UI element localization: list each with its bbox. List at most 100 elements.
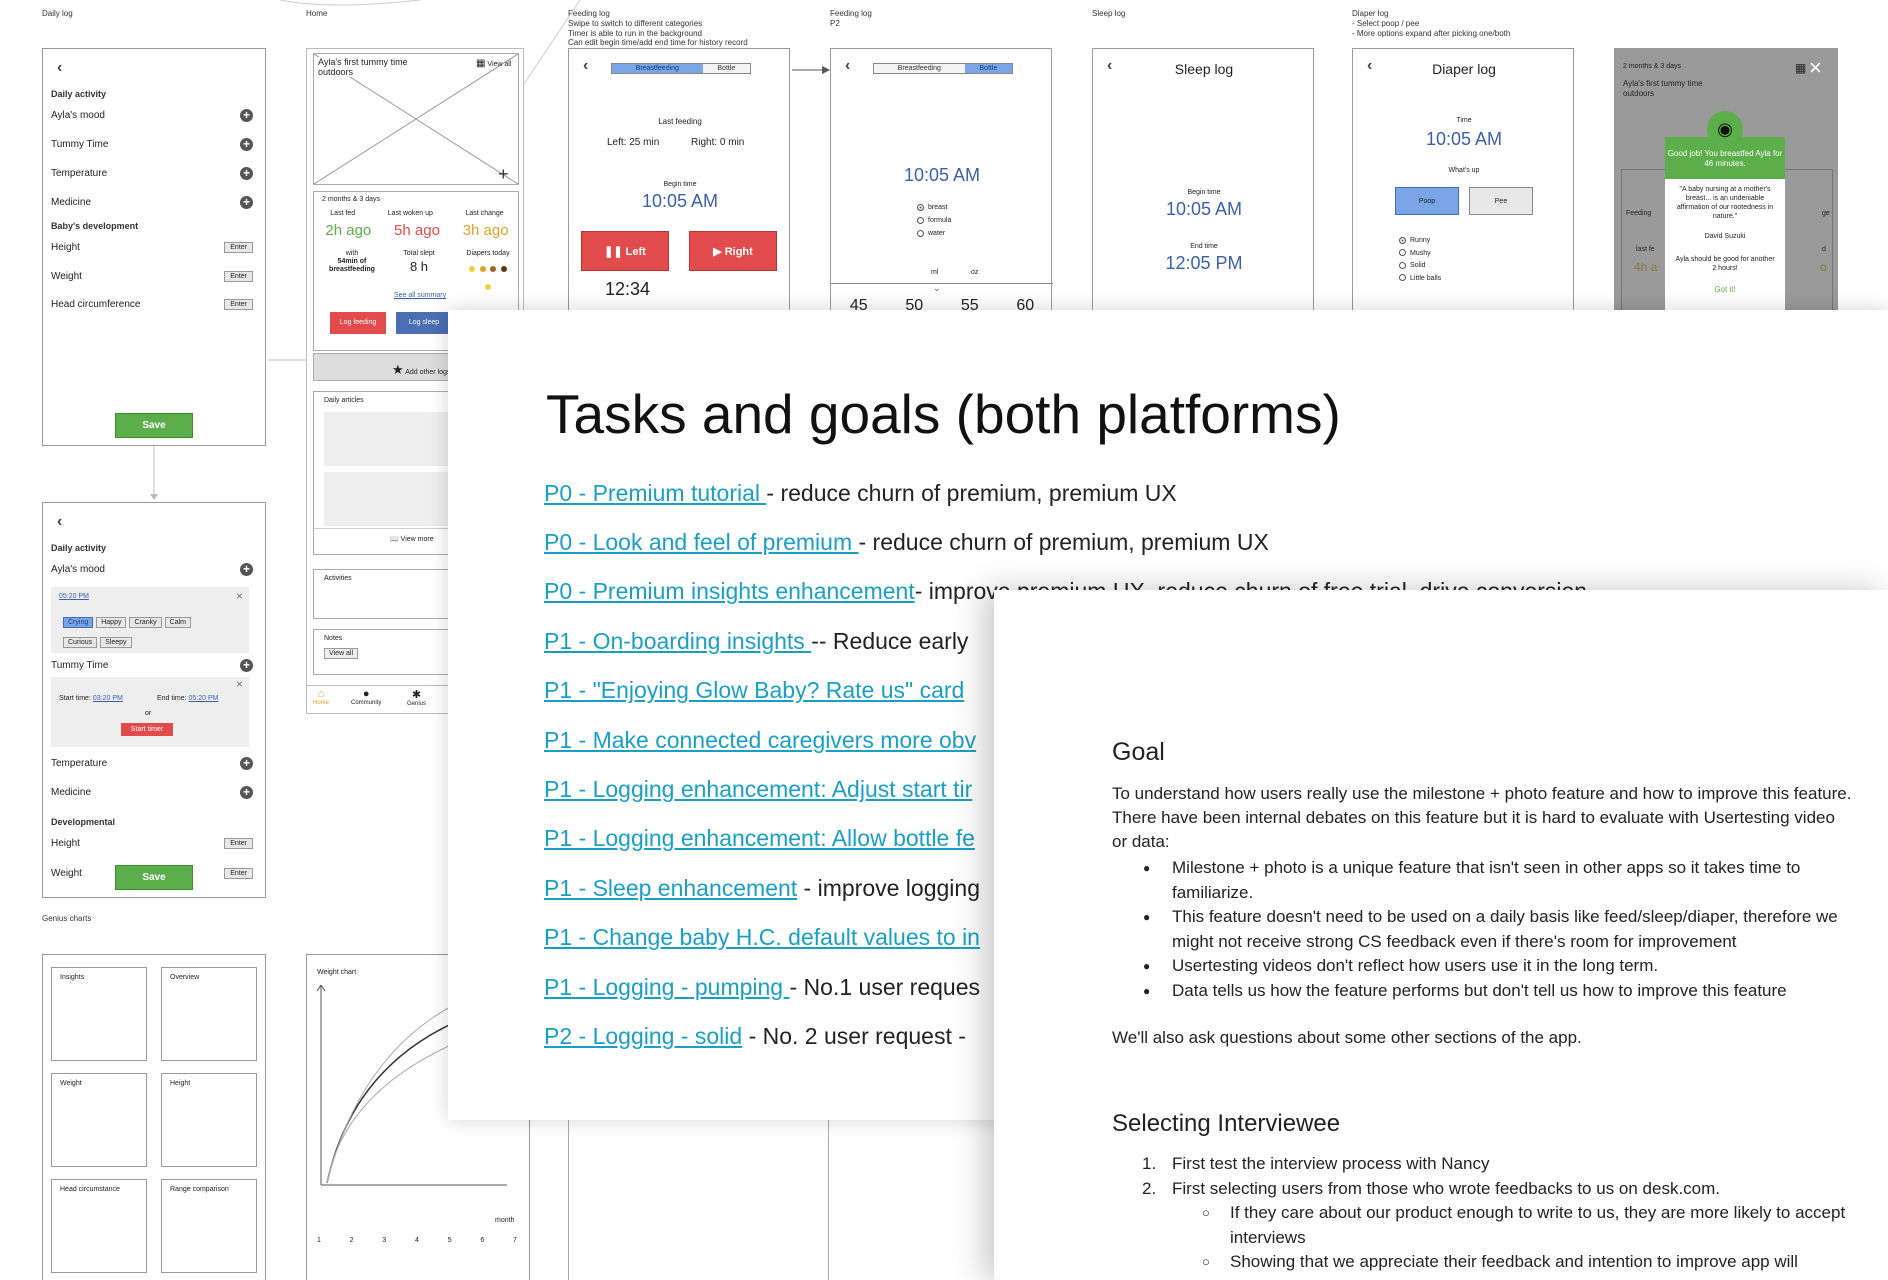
end-time-value[interactable]: 05:20 PM: [189, 695, 219, 702]
option-solid[interactable]: Solid: [1399, 260, 1441, 273]
insights-box[interactable]: Insights: [51, 967, 147, 1061]
enter-button[interactable]: Enter: [224, 867, 253, 879]
medicine-row[interactable]: Medicine +: [51, 194, 253, 210]
photo-placeholder[interactable]: Ayla's first tummy time outdoors ▦ View …: [313, 53, 519, 185]
start-time-value[interactable]: 03:20 PM: [93, 695, 123, 702]
option-runny[interactable]: Runny: [1399, 235, 1441, 248]
chip-cranky[interactable]: Cranky: [129, 617, 162, 628]
mood-row[interactable]: Ayla's mood +: [51, 107, 253, 123]
task-link[interactable]: P1 - Make connected caregivers more obv: [544, 727, 976, 753]
plus-icon[interactable]: +: [240, 137, 253, 151]
tummy-label: Tummy Time: [51, 138, 109, 150]
radio-icon: [1399, 249, 1406, 257]
stat-values: 2h ago 5h ago 3h ago: [314, 222, 520, 239]
plus-icon[interactable]: +: [240, 562, 253, 576]
begin-time-value[interactable]: 10:05 AM: [569, 191, 791, 212]
range-box[interactable]: Range comparison: [161, 1179, 257, 1273]
close-icon[interactable]: ×: [236, 589, 243, 603]
mood-row[interactable]: Ayla's mood +: [51, 561, 253, 577]
task-link[interactable]: P1 - "Enjoying Glow Baby? Rate us" card: [544, 677, 964, 703]
notes-view-all-button[interactable]: View all: [324, 648, 358, 659]
task-link[interactable]: P2 - Logging - solid: [544, 1023, 742, 1049]
chip-happy[interactable]: Happy: [96, 617, 127, 628]
feeding-segmented-control[interactable]: Breastfeeding Bottle: [611, 63, 751, 74]
temperature-row[interactable]: Temperature +: [51, 755, 253, 771]
start-timer-button[interactable]: Start timer: [121, 723, 173, 736]
back-chevron-icon[interactable]: ‹: [583, 57, 588, 75]
tummy-row[interactable]: Tummy Time +: [51, 136, 253, 152]
tab-bottle[interactable]: Bottle: [964, 64, 1012, 73]
left-timer-button[interactable]: ❚❚ Left: [581, 231, 669, 271]
close-icon[interactable]: ×: [1809, 55, 1822, 81]
log-feeding-button[interactable]: Log feeding: [330, 312, 386, 334]
task-link[interactable]: P1 - Logging enhancement: Allow bottle f…: [544, 825, 975, 851]
task-link[interactable]: P0 - Premium tutorial: [544, 480, 766, 506]
view-all-link[interactable]: ▦ View all: [476, 58, 511, 69]
weight-label: Weight: [60, 1080, 82, 1087]
unit-ml[interactable]: ml: [931, 269, 938, 276]
back-chevron-icon[interactable]: ‹: [845, 57, 850, 75]
tab-home[interactable]: ⌂ Home: [313, 688, 329, 706]
head-box[interactable]: Head circumstance: [51, 1179, 147, 1273]
height-row: Height Enter: [51, 239, 253, 255]
tab-genius[interactable]: ✱ Genius: [407, 688, 426, 707]
bottle-segmented-control[interactable]: Breastfeeding Bottle: [873, 63, 1013, 74]
task-link[interactable]: P0 - Look and feel of premium: [544, 529, 859, 555]
pee-button[interactable]: Pee: [1469, 187, 1533, 215]
tummy-row[interactable]: Tummy Time +: [51, 657, 253, 673]
option-water[interactable]: water: [917, 227, 951, 240]
tab-breastfeeding[interactable]: Breastfeeding: [874, 64, 965, 73]
enter-button[interactable]: Enter: [224, 837, 253, 849]
task-link[interactable]: P1 - Sleep enhancement: [544, 875, 797, 901]
task-link[interactable]: P0 - Premium insights enhancement: [544, 578, 915, 604]
add-photo-icon[interactable]: +: [498, 164, 509, 185]
bottle-time-value[interactable]: 10:05 AM: [831, 165, 1053, 186]
enter-button[interactable]: Enter: [224, 298, 253, 310]
enter-button[interactable]: Enter: [224, 270, 253, 282]
task-link[interactable]: P1 - On-boarding insights: [544, 628, 811, 654]
poop-button[interactable]: Poop: [1395, 187, 1459, 215]
plus-icon[interactable]: +: [240, 658, 253, 672]
chip-sleepy[interactable]: Sleepy: [100, 637, 132, 648]
plus-icon[interactable]: +: [240, 756, 253, 770]
back-chevron-icon[interactable]: ‹: [57, 59, 62, 77]
enter-button[interactable]: Enter: [224, 241, 253, 253]
option-formula[interactable]: formula: [917, 214, 951, 227]
plus-icon[interactable]: +: [240, 785, 253, 799]
unit-oz[interactable]: oz: [971, 269, 978, 276]
sleep-begin-value[interactable]: 10:05 AM: [1093, 199, 1315, 220]
chip-curious[interactable]: Curious: [63, 637, 98, 648]
option-mushy[interactable]: Mushy: [1399, 248, 1441, 261]
close-icon[interactable]: ×: [236, 677, 243, 691]
temperature-row[interactable]: Temperature +: [51, 165, 253, 181]
mood-time[interactable]: 05:20 PM: [59, 593, 89, 600]
sleep-end-value[interactable]: 12:05 PM: [1093, 253, 1315, 274]
view-more-link[interactable]: 📖 View more: [390, 535, 434, 543]
option-little-balls[interactable]: Little balls: [1399, 273, 1441, 286]
plus-icon[interactable]: +: [240, 166, 253, 180]
tab-community[interactable]: ● Community: [351, 688, 381, 706]
weight-box[interactable]: Weight: [51, 1073, 147, 1167]
diaper-time-value[interactable]: 10:05 AM: [1353, 129, 1575, 150]
chip-calm[interactable]: Calm: [164, 617, 191, 628]
back-chevron-icon[interactable]: ‹: [57, 513, 62, 531]
save-button[interactable]: Save: [115, 413, 193, 438]
option-breast[interactable]: breast: [917, 201, 951, 214]
plus-icon[interactable]: +: [240, 108, 253, 122]
tab-breastfeeding[interactable]: Breastfeeding: [612, 64, 703, 73]
plus-icon[interactable]: +: [240, 195, 253, 209]
see-all-summary-link[interactable]: See all summary: [394, 292, 446, 299]
task-link[interactable]: P1 - Change baby H.C. default values to …: [544, 924, 980, 950]
got-it-button[interactable]: Got it!: [1665, 285, 1785, 294]
task-link[interactable]: P1 - Logging - pumping: [544, 974, 790, 1000]
log-sleep-button[interactable]: Log sleep: [396, 312, 452, 334]
overview-box[interactable]: Overview: [161, 967, 257, 1061]
chip-crying[interactable]: Crying: [63, 617, 94, 628]
tab-bottle[interactable]: Bottle: [702, 64, 750, 73]
task-link[interactable]: P1 - Logging enhancement: Adjust start t…: [544, 776, 972, 802]
height-box[interactable]: Height: [161, 1073, 257, 1167]
right-timer-button[interactable]: ▶ Right: [689, 231, 777, 271]
save-button[interactable]: Save: [115, 865, 193, 890]
medicine-row[interactable]: Medicine +: [51, 784, 253, 800]
task-item: P1 - Logging - pumping - No.1 user reque…: [544, 974, 980, 1001]
